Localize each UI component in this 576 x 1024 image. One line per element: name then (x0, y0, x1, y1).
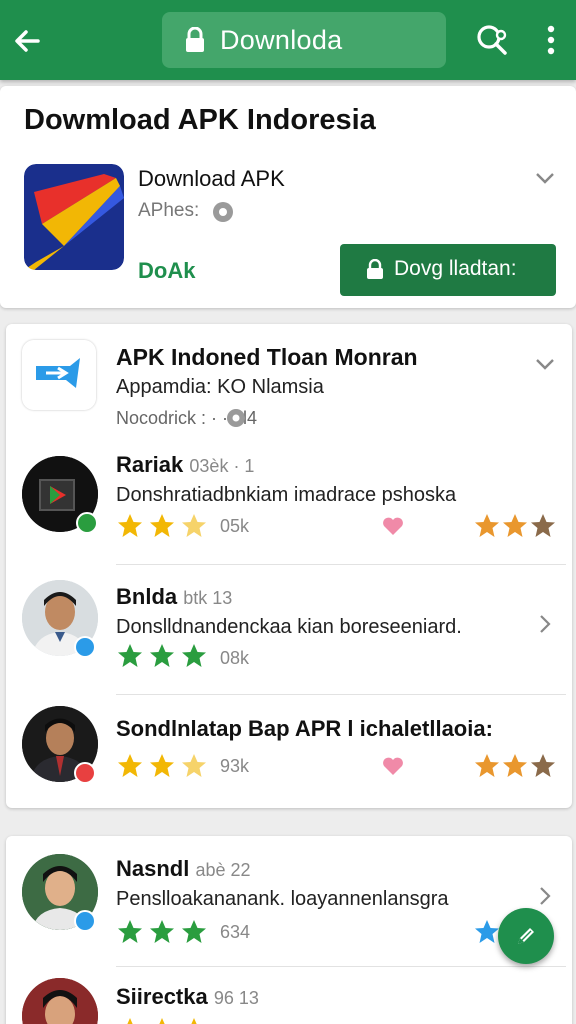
app-icon[interactable] (22, 340, 96, 410)
star-rating (118, 754, 206, 777)
review-author: Siirectka 96 13 (116, 984, 259, 1009)
divider (116, 694, 566, 695)
review-text: Donshratiadbnkiam imadrace pshoska (116, 484, 457, 506)
star-rating (118, 644, 206, 667)
verified-badge-icon (76, 512, 98, 534)
lock-icon (186, 27, 204, 52)
globe-icon (227, 409, 245, 427)
chevron-down-icon[interactable] (534, 170, 556, 186)
verified-badge-icon (74, 762, 96, 784)
header-card: Dowmload APK Indoresia Download APK APhe… (0, 86, 576, 308)
review-row[interactable]: Rariak 03èk · 1 Donshratiadbnkiam imadra… (6, 450, 572, 562)
lock-icon (367, 259, 383, 279)
review-text: Penslloakananank. loayannenlansgra (116, 888, 449, 910)
download-button-label: Dovg lladtan: (394, 257, 517, 280)
avatar (22, 978, 98, 1024)
person-photo-icon (22, 978, 98, 1024)
featured-card: APK Indoned Tloan Monran Appamdia: KO Nl… (6, 324, 572, 808)
star-rating (475, 754, 555, 777)
featured-subtitle: Appamdia: KO Nlamsia (116, 376, 324, 398)
app-name: Download APK (138, 166, 285, 191)
chevron-right-icon[interactable] (538, 614, 552, 634)
review-count: 05k (220, 516, 250, 536)
review-author: Bnlda btk 13 (116, 584, 233, 609)
review-author: Rariak 03èk · 1 (116, 452, 255, 477)
download-button[interactable]: Dovg lladtan: (340, 244, 556, 296)
page-title: Dowmload APK Indoresia (24, 104, 376, 136)
chevron-down-icon[interactable] (534, 356, 556, 372)
chevron-right-icon[interactable] (538, 886, 552, 906)
review-count: 93k (220, 756, 250, 776)
app-subtitle: APhes: (138, 200, 200, 221)
edit-pencil-icon (518, 928, 534, 944)
verified-badge-icon (74, 636, 96, 658)
more-vert-icon[interactable] (538, 22, 564, 58)
verified-badge-icon (74, 910, 96, 932)
divider (116, 564, 566, 565)
divider (116, 966, 566, 967)
featured-title: APK Indoned Tloan Monran (116, 344, 418, 370)
globe-icon (213, 202, 233, 222)
back-arrow-icon[interactable] (10, 24, 44, 58)
star-rating (118, 920, 206, 943)
reviews-card: Nasndl abè 22 Penslloakananank. loayanne… (6, 836, 572, 1024)
app-icon[interactable] (24, 164, 124, 270)
review-count: 634 (220, 922, 251, 942)
review-count: 08k (220, 648, 250, 668)
review-row[interactable]: Siirectka 96 13 (6, 976, 572, 1024)
star-rating (127, 1018, 197, 1024)
star-rating (475, 514, 555, 537)
compose-fab[interactable] (498, 908, 554, 964)
search-chat-icon[interactable] (474, 22, 510, 58)
status-text: DoAk (138, 258, 196, 283)
star-rating (118, 514, 206, 537)
review-row[interactable]: Bnlda btk 13 Donslldnandenckaa kian bore… (6, 576, 572, 688)
heart-icon[interactable] (382, 516, 404, 536)
app-bar: Downloda (0, 0, 576, 80)
review-row[interactable]: Nasndl abè 22 Penslloakananank. loayanne… (6, 850, 572, 962)
review-row[interactable]: Sondlnlatap Bap APR l ichaletllaoia: 93k (6, 704, 572, 804)
review-text: Donslldnandenckaa kian boreseeniard. (116, 616, 462, 638)
url-text: Downloda (220, 25, 343, 55)
url-bar[interactable]: Downloda (162, 12, 446, 68)
review-author: Sondlnlatap Bap APR l ichaletllaoia: (116, 716, 493, 741)
review-author: Nasndl abè 22 (116, 856, 251, 881)
heart-icon[interactable] (382, 756, 404, 776)
